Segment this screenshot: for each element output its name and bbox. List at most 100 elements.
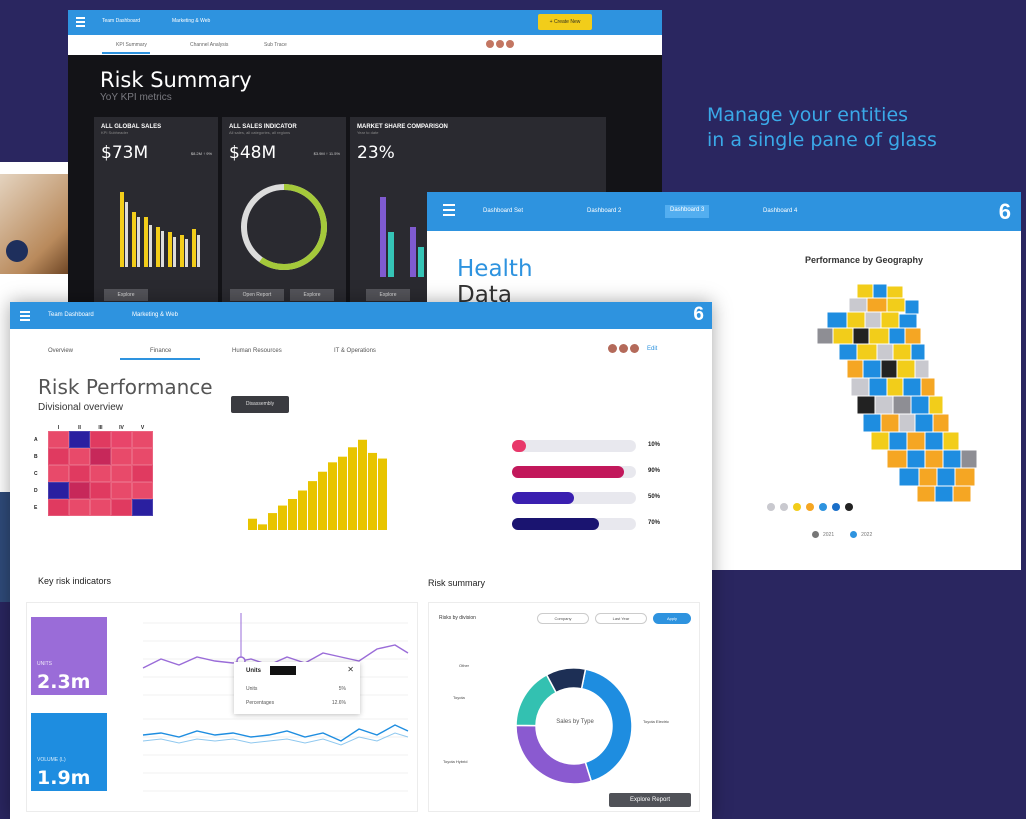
tab-finance[interactable]: Finance	[150, 348, 171, 354]
heatmap-cell[interactable]	[132, 448, 153, 465]
card-value: 23%	[357, 143, 395, 163]
close-icon[interactable]: ✕	[347, 665, 354, 674]
heatmap-cell[interactable]	[48, 482, 69, 499]
avatar[interactable]	[608, 344, 617, 353]
geography-map	[816, 283, 978, 503]
avatar[interactable]	[630, 344, 639, 353]
brand-logo[interactable]: 6	[693, 304, 704, 326]
bar[interactable]	[328, 462, 337, 530]
section-title-kri: Key risk indicators	[38, 576, 112, 586]
bar[interactable]	[378, 458, 387, 530]
nav-marketing[interactable]: Marketing & Web	[132, 312, 178, 318]
hamburger-icon[interactable]	[443, 204, 455, 206]
create-new-button[interactable]: + Create New	[538, 14, 592, 30]
heatmap-cell[interactable]	[90, 448, 111, 465]
explore-button[interactable]: Explore	[104, 289, 148, 301]
explore-button[interactable]: Explore	[290, 289, 334, 301]
heatmap-cell[interactable]	[69, 448, 90, 465]
heatmap-cell[interactable]	[111, 465, 132, 482]
legend-dot	[819, 503, 827, 511]
tab-sub-trace[interactable]: Sub Trace	[264, 42, 287, 48]
bar[interactable]	[308, 481, 317, 530]
hamburger-icon[interactable]	[20, 311, 30, 313]
avatar[interactable]	[619, 344, 628, 353]
heatmap-row-label: A	[34, 436, 38, 443]
heatmap-cell[interactable]	[132, 482, 153, 499]
heatmap-cell[interactable]	[111, 482, 132, 499]
panel-label: Risks by division	[439, 615, 476, 621]
bar[interactable]	[318, 471, 327, 530]
nav-dashboard-3[interactable]: Dashboard 3	[665, 205, 710, 218]
edit-link[interactable]: Edit	[647, 346, 657, 352]
heatmap-cell[interactable]	[132, 499, 153, 516]
bar[interactable]	[298, 490, 307, 530]
bar[interactable]	[368, 452, 377, 530]
apply-button[interactable]: Apply	[653, 613, 691, 624]
explore-report-button[interactable]: Explore Report	[609, 793, 691, 807]
kri-tile-units[interactable]: UNITS 2.3m	[31, 617, 107, 695]
display-button[interactable]: Disassembly	[231, 396, 289, 413]
heatmap-cell[interactable]	[90, 482, 111, 499]
bar[interactable]	[288, 498, 297, 530]
card-sub: All sales, all categories, all regions	[229, 130, 291, 135]
legend-item: 2022	[850, 531, 872, 538]
heatmap-cell[interactable]	[48, 499, 69, 516]
heatmap-row: B	[34, 448, 153, 465]
tab-channel-analysis[interactable]: Channel Analysis	[190, 42, 228, 48]
donut-slice[interactable]	[580, 668, 633, 783]
heatmap-cell[interactable]	[111, 431, 132, 448]
heatmap-cell[interactable]	[69, 431, 90, 448]
nav-dashboard-set[interactable]: Dashboard Set	[483, 208, 523, 214]
heatmap-cell[interactable]	[69, 482, 90, 499]
avatar-group[interactable]: Edit	[608, 344, 657, 353]
heatmap-row: A	[34, 431, 153, 448]
bar[interactable]	[268, 513, 277, 530]
tab-kpi-summary[interactable]: KPI Summary	[116, 42, 147, 48]
nav-dashboard-2[interactable]: Dashboard 2	[587, 208, 621, 214]
avatar-group[interactable]	[486, 40, 514, 48]
nav-team-dashboard[interactable]: Team Dashboard	[48, 312, 94, 318]
heatmap-cell[interactable]	[48, 431, 69, 448]
progress-percent: 90%	[648, 468, 661, 474]
tile-label: VOLUME (L)	[37, 757, 66, 763]
bar[interactable]	[358, 439, 367, 530]
heatmap-cell[interactable]	[69, 499, 90, 516]
heatmap-cell[interactable]	[111, 499, 132, 516]
heatmap-cell[interactable]	[111, 448, 132, 465]
explore-button[interactable]: Explore	[366, 289, 410, 301]
tab-it-operations[interactable]: IT & Operations	[334, 348, 376, 354]
kri-tile-volume[interactable]: VOLUME (L) 1.9m	[31, 713, 107, 791]
nav-marketing[interactable]: Marketing & Web	[172, 18, 210, 24]
progress-percent: 70%	[648, 520, 661, 526]
hamburger-icon[interactable]	[76, 17, 85, 19]
dark-top-bar: Team Dashboard Marketing & Web + Create …	[68, 10, 662, 35]
brand-logo[interactable]: 6	[999, 199, 1011, 225]
heatmap-cell[interactable]	[48, 448, 69, 465]
heatmap-rows: A B C D E	[34, 431, 153, 516]
open-report-button[interactable]: Open Report	[230, 289, 284, 301]
bar[interactable]	[258, 524, 267, 530]
legend-dot	[845, 503, 853, 511]
tab-overview[interactable]: Overview	[48, 348, 73, 354]
heatmap-cell[interactable]	[69, 465, 90, 482]
heatmap-cell[interactable]	[132, 431, 153, 448]
bar[interactable]	[338, 456, 347, 530]
tooltip-row: Units 5%	[246, 686, 346, 692]
nav-team-dashboard[interactable]: Team Dashboard	[102, 18, 140, 24]
heatmap-cell[interactable]	[90, 499, 111, 516]
heatmap-cell[interactable]	[132, 465, 153, 482]
bar[interactable]	[348, 447, 357, 530]
tab-human-resources[interactable]: Human Resources	[232, 348, 282, 354]
dark-tab-bar: KPI Summary Channel Analysis Sub Trace	[68, 35, 662, 55]
heatmap-cell[interactable]	[90, 431, 111, 448]
bar[interactable]	[248, 518, 257, 530]
progress-percent: 50%	[648, 494, 661, 500]
heatmap-cell[interactable]	[90, 465, 111, 482]
heatmap-cell[interactable]	[48, 465, 69, 482]
bar[interactable]	[278, 505, 287, 530]
donut-chart	[515, 667, 633, 785]
filter-company-select[interactable]: Company	[537, 613, 589, 624]
donut-slice[interactable]	[515, 724, 593, 785]
filter-year-select[interactable]: Last Year	[595, 613, 647, 624]
nav-dashboard-4[interactable]: Dashboard 4	[763, 208, 797, 214]
